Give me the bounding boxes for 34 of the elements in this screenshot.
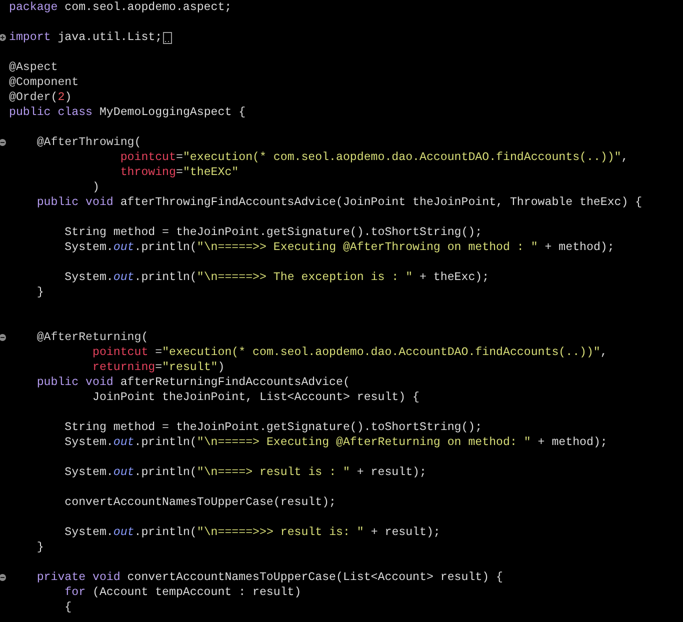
- code-line: System.out.println("\n=====>> Executing @AfterThrowing on method : " + method);: [64, 240, 614, 255]
- fold-icon[interactable]: [0, 334, 6, 341]
- code-line: throwing="theEXc": [119, 165, 239, 180]
- code-line: @AfterThrowing(: [36, 135, 142, 150]
- code-line: System.out.println("\n=====>>> result is: " + result);: [64, 525, 440, 540]
- code-line: import java.util.List;: [9, 30, 162, 45]
- folded-code-icon[interactable]: [163, 32, 172, 44]
- code-line: String method = theJoinPoint.getSignature().toShortString();: [64, 225, 482, 240]
- code-line: System.out.println("\n====> result is : " + result);: [64, 465, 426, 480]
- code-line: @AfterReturning(: [36, 330, 148, 345]
- code-line: @Order(2): [9, 90, 72, 105]
- fold-icon[interactable]: [0, 139, 6, 146]
- code-line: pointcut="execution(* com.seol.aopdemo.dao.AccountDAO.findAccounts(..))",: [119, 150, 628, 165]
- fold-icon[interactable]: [0, 574, 6, 581]
- code-line: {: [64, 600, 72, 615]
- code-line: ): [91, 180, 100, 195]
- code-line: public void afterThrowingFindAccountsAdvice(JoinPoint theJoinPoint, Throwable theExc) {: [36, 195, 642, 210]
- code-line: for (Account tempAccount : result): [64, 585, 302, 600]
- code-line: package com.seol.aopdemo.aspect;: [9, 0, 232, 15]
- code-line: }: [36, 540, 44, 555]
- code-line: String method = theJoinPoint.getSignature().toShortString();: [64, 420, 482, 435]
- code-line: private void convertAccountNamesToUpperCase(List<Account> result) {: [36, 570, 503, 585]
- code-line: public class MyDemoLoggingAspect {: [9, 105, 246, 120]
- code-line: @Aspect: [9, 60, 58, 75]
- code-line: JoinPoint theJoinPoint, List<Account> result) {: [91, 390, 420, 405]
- code-line: returning="result"): [91, 360, 225, 375]
- fold-icon[interactable]: [0, 34, 6, 41]
- code-line: }: [36, 285, 44, 300]
- code-line: pointcut ="execution(* com.seol.aopdemo.dao.AccountDAO.findAccounts(..))",: [91, 345, 608, 360]
- code-line: System.out.println("\n=====>> The exception is : " + theExc);: [64, 270, 490, 285]
- code-line: convertAccountNamesToUpperCase(result);: [64, 495, 336, 510]
- code-line: @Component: [9, 75, 79, 90]
- code-line: System.out.println("\n=====> Executing @AfterReturning on method: " + method);: [64, 435, 608, 450]
- code-line: public void afterReturningFindAccountsAdvice(: [36, 375, 350, 390]
